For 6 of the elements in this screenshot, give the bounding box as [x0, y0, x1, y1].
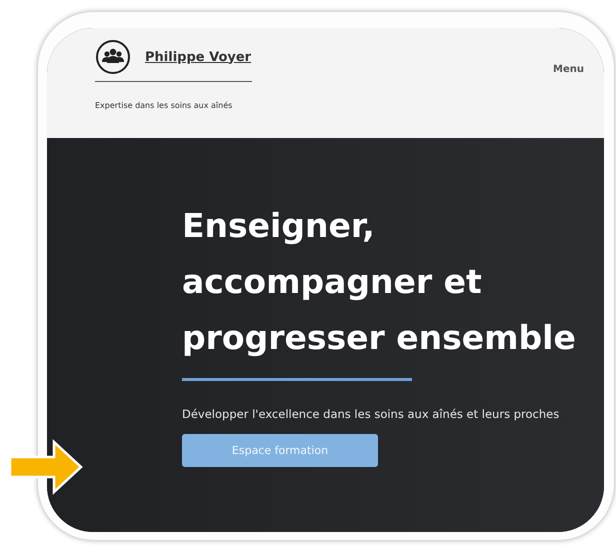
people-group-icon: [95, 39, 131, 75]
menu-link[interactable]: Menu: [553, 64, 584, 75]
site-name-link[interactable]: Philippe Voyer: [145, 50, 252, 64]
hero-subtitle: Développer l'excellence dans les soins aux aînés et leurs proches: [182, 407, 560, 421]
hero-title: Enseigner, accompagner et progresser ensemble: [182, 205, 577, 359]
site-tagline: Expertise dans les soins aux aînés: [95, 101, 234, 110]
